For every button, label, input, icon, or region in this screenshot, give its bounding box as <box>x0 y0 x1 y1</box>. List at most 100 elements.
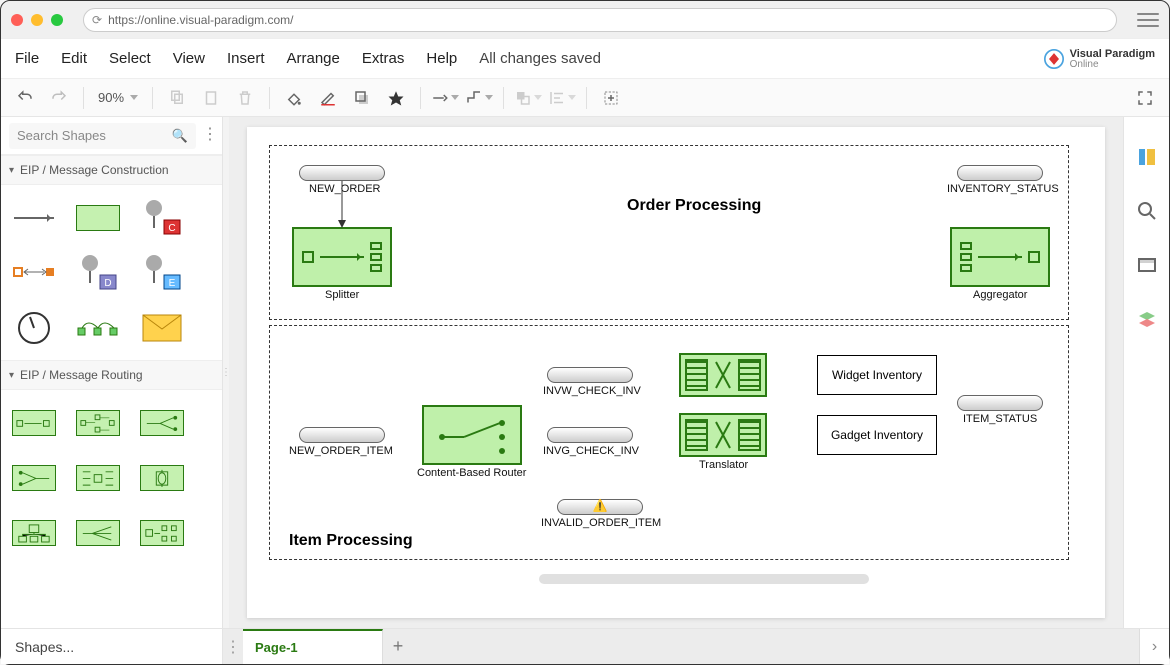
undo-button[interactable] <box>11 84 39 112</box>
shadow-button[interactable] <box>348 84 376 112</box>
sidebar-more-icon[interactable]: ⋮ <box>202 132 214 138</box>
label-aggregator: Aggregator <box>973 289 1027 301</box>
shape-timer-icon[interactable] <box>9 305 59 350</box>
layers-panel-icon[interactable] <box>1135 307 1159 331</box>
hamburger-menu-icon[interactable] <box>1137 11 1159 29</box>
shape-route-5[interactable] <box>73 455 123 500</box>
reload-icon[interactable]: ⟳ <box>92 13 102 27</box>
delete-button[interactable] <box>231 84 259 112</box>
shape-e-icon[interactable]: E <box>137 250 187 295</box>
menu-bar: File Edit Select View Insert Arrange Ext… <box>1 39 1169 79</box>
fill-color-button[interactable] <box>280 84 308 112</box>
shape-route-7[interactable] <box>9 510 59 555</box>
save-status: All changes saved <box>479 50 601 67</box>
shape-route-6[interactable] <box>137 455 187 500</box>
redo-button[interactable] <box>45 84 73 112</box>
menu-select[interactable]: Select <box>109 50 151 67</box>
shape-d-icon[interactable]: D <box>73 250 123 295</box>
shape-arrow[interactable] <box>9 195 59 240</box>
close-window-icon[interactable] <box>11 14 23 26</box>
svg-text:D: D <box>104 278 111 289</box>
shape-message-endpoint[interactable] <box>73 195 123 240</box>
shape-envelope-icon[interactable] <box>137 305 187 350</box>
waypoints-button[interactable] <box>465 84 493 112</box>
outline-panel-icon[interactable] <box>1135 253 1159 277</box>
canvas-area[interactable]: Order Processing Item Processing NEW_ORD… <box>229 117 1123 628</box>
menu-file[interactable]: File <box>15 50 39 67</box>
canvas[interactable]: Order Processing Item Processing NEW_ORD… <box>247 127 1105 618</box>
url-bar[interactable]: ⟳ https://online.visual-paradigm.com/ <box>83 8 1117 32</box>
menu-insert[interactable]: Insert <box>227 50 265 67</box>
zoom-dropdown[interactable]: 90% <box>94 90 142 105</box>
label-invw: INVW_CHECK_INV <box>543 385 641 397</box>
shapes-link[interactable]: Shapes... <box>1 629 223 664</box>
label-router: Content-Based Router <box>417 467 526 479</box>
search-panel-icon[interactable] <box>1135 199 1159 223</box>
node-translator-2[interactable] <box>679 413 767 457</box>
label-new-order-item: NEW_ORDER_ITEM <box>289 445 393 457</box>
tabs-scroll-right-icon[interactable]: › <box>1139 629 1169 664</box>
menu-arrange[interactable]: Arrange <box>287 50 340 67</box>
brand-icon <box>1044 49 1064 69</box>
menu-view[interactable]: View <box>173 50 205 67</box>
to-front-button[interactable] <box>514 84 542 112</box>
search-icon: 🔍 <box>172 128 188 144</box>
menu-edit[interactable]: Edit <box>61 50 87 67</box>
region-title-order: Order Processing <box>627 197 761 215</box>
maximize-window-icon[interactable] <box>51 14 63 26</box>
fullscreen-button[interactable] <box>1131 84 1159 112</box>
shape-chain-icon[interactable] <box>73 305 123 350</box>
node-translator-1[interactable] <box>679 353 767 397</box>
align-button[interactable] <box>548 84 576 112</box>
shape-route-9[interactable] <box>137 510 187 555</box>
label-item-status: ITEM_STATUS <box>963 413 1037 425</box>
shape-route-8[interactable] <box>73 510 123 555</box>
copy-button[interactable] <box>163 84 191 112</box>
node-gadget-inventory[interactable]: Gadget Inventory <box>817 415 937 455</box>
panel-message-routing[interactable]: EIP / Message Routing <box>1 360 222 390</box>
paste-button[interactable] <box>197 84 225 112</box>
pipe-inventory-status[interactable] <box>957 165 1043 181</box>
pipe-item-status[interactable] <box>957 395 1043 411</box>
diagram-connectors <box>247 127 547 277</box>
brand-logo[interactable]: Visual ParadigmOnline <box>1044 47 1155 70</box>
label-splitter: Splitter <box>325 289 359 301</box>
footer: Shapes... ⋮ Page-1 + › <box>1 628 1169 664</box>
add-page-button[interactable]: + <box>383 629 413 664</box>
menu-help[interactable]: Help <box>426 50 457 67</box>
search-shapes-input[interactable]: Search Shapes 🔍 <box>9 123 196 149</box>
shape-route-4[interactable] <box>9 455 59 500</box>
page-tab-1[interactable]: Page-1 <box>243 629 383 664</box>
warning-icon: ⚠️ <box>593 499 608 513</box>
svg-text:C: C <box>168 223 175 234</box>
panel-message-construction[interactable]: EIP / Message Construction <box>1 155 222 185</box>
shape-route-1[interactable] <box>9 400 59 445</box>
shape-route-2[interactable] <box>73 400 123 445</box>
format-panel-icon[interactable] <box>1135 145 1159 169</box>
select-region-button[interactable] <box>597 84 625 112</box>
node-aggregator[interactable] <box>950 227 1050 287</box>
pipe-new-order-item[interactable] <box>299 427 385 443</box>
palette-construction: C D E <box>1 185 222 360</box>
connection-style-button[interactable] <box>431 84 459 112</box>
tab-menu-icon[interactable]: ⋮ <box>223 629 243 664</box>
right-rail <box>1123 117 1169 628</box>
brand-sub: Online <box>1070 60 1155 70</box>
menu-extras[interactable]: Extras <box>362 50 405 67</box>
horizontal-scrollbar[interactable] <box>539 574 869 584</box>
minimize-window-icon[interactable] <box>31 14 43 26</box>
shape-c-icon[interactable]: C <box>137 195 187 240</box>
pipe-invw[interactable] <box>547 367 633 383</box>
pipe-invg[interactable] <box>547 427 633 443</box>
svg-text:E: E <box>169 278 176 289</box>
node-router[interactable] <box>422 405 522 465</box>
line-color-button[interactable] <box>314 84 342 112</box>
node-widget-inventory[interactable]: Widget Inventory <box>817 355 937 395</box>
shape-route-3[interactable] <box>137 400 187 445</box>
region-item-processing[interactable] <box>269 325 1069 560</box>
region-title-item: Item Processing <box>289 532 413 550</box>
palette-routing <box>1 390 222 565</box>
toolbar: 90% <box>1 79 1169 117</box>
style-button[interactable] <box>382 84 410 112</box>
shape-sequence-icon[interactable] <box>9 250 59 295</box>
